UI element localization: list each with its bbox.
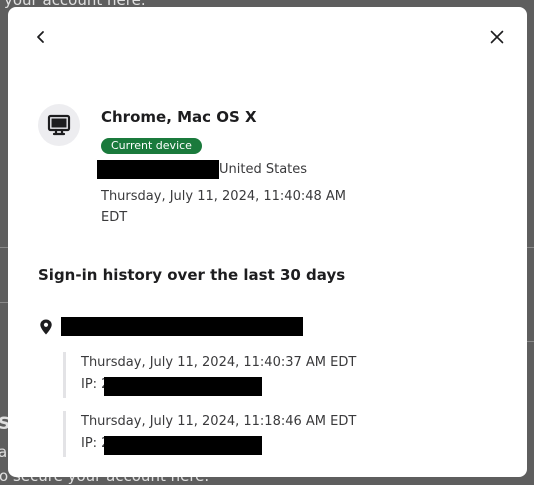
monitor-icon xyxy=(47,114,71,136)
chevron-left-icon xyxy=(37,31,44,43)
back-button[interactable] xyxy=(27,23,55,51)
background-divider xyxy=(0,302,8,303)
current-device-badge: Current device xyxy=(101,138,202,154)
redacted-sign-in-location xyxy=(61,317,303,336)
device-timestamp: Thursday, July 11, 2024, 11:40:48 AM EDT xyxy=(101,189,347,225)
redacted-ip xyxy=(104,436,262,455)
close-button[interactable] xyxy=(483,23,511,51)
redacted-location xyxy=(97,160,219,179)
device-name: Chrome, Mac OS X xyxy=(101,108,257,126)
background-divider xyxy=(0,247,8,248)
device-details-dialog: Chrome, Mac OS X Current device United S… xyxy=(8,7,527,477)
background-text-fragment: a xyxy=(0,443,8,461)
device-location: United States xyxy=(219,162,308,177)
redacted-ip xyxy=(104,377,262,396)
sign-in-entry: Thursday, July 11, 2024, 11:18:46 AM EDT… xyxy=(63,411,366,457)
background-divider xyxy=(526,247,534,248)
background-divider xyxy=(526,341,534,342)
device-icon-circle xyxy=(38,104,80,146)
sign-in-history-title: Sign-in history over the last 30 days xyxy=(38,266,346,284)
close-icon xyxy=(490,30,504,44)
sign-in-time: Thursday, July 11, 2024, 11:18:46 AM EDT xyxy=(81,414,357,429)
sign-in-time: Thursday, July 11, 2024, 11:40:37 AM EDT xyxy=(81,355,357,370)
sign-in-entry: Thursday, July 11, 2024, 11:40:37 AM EDT… xyxy=(63,352,366,398)
location-pin-icon xyxy=(40,319,52,335)
